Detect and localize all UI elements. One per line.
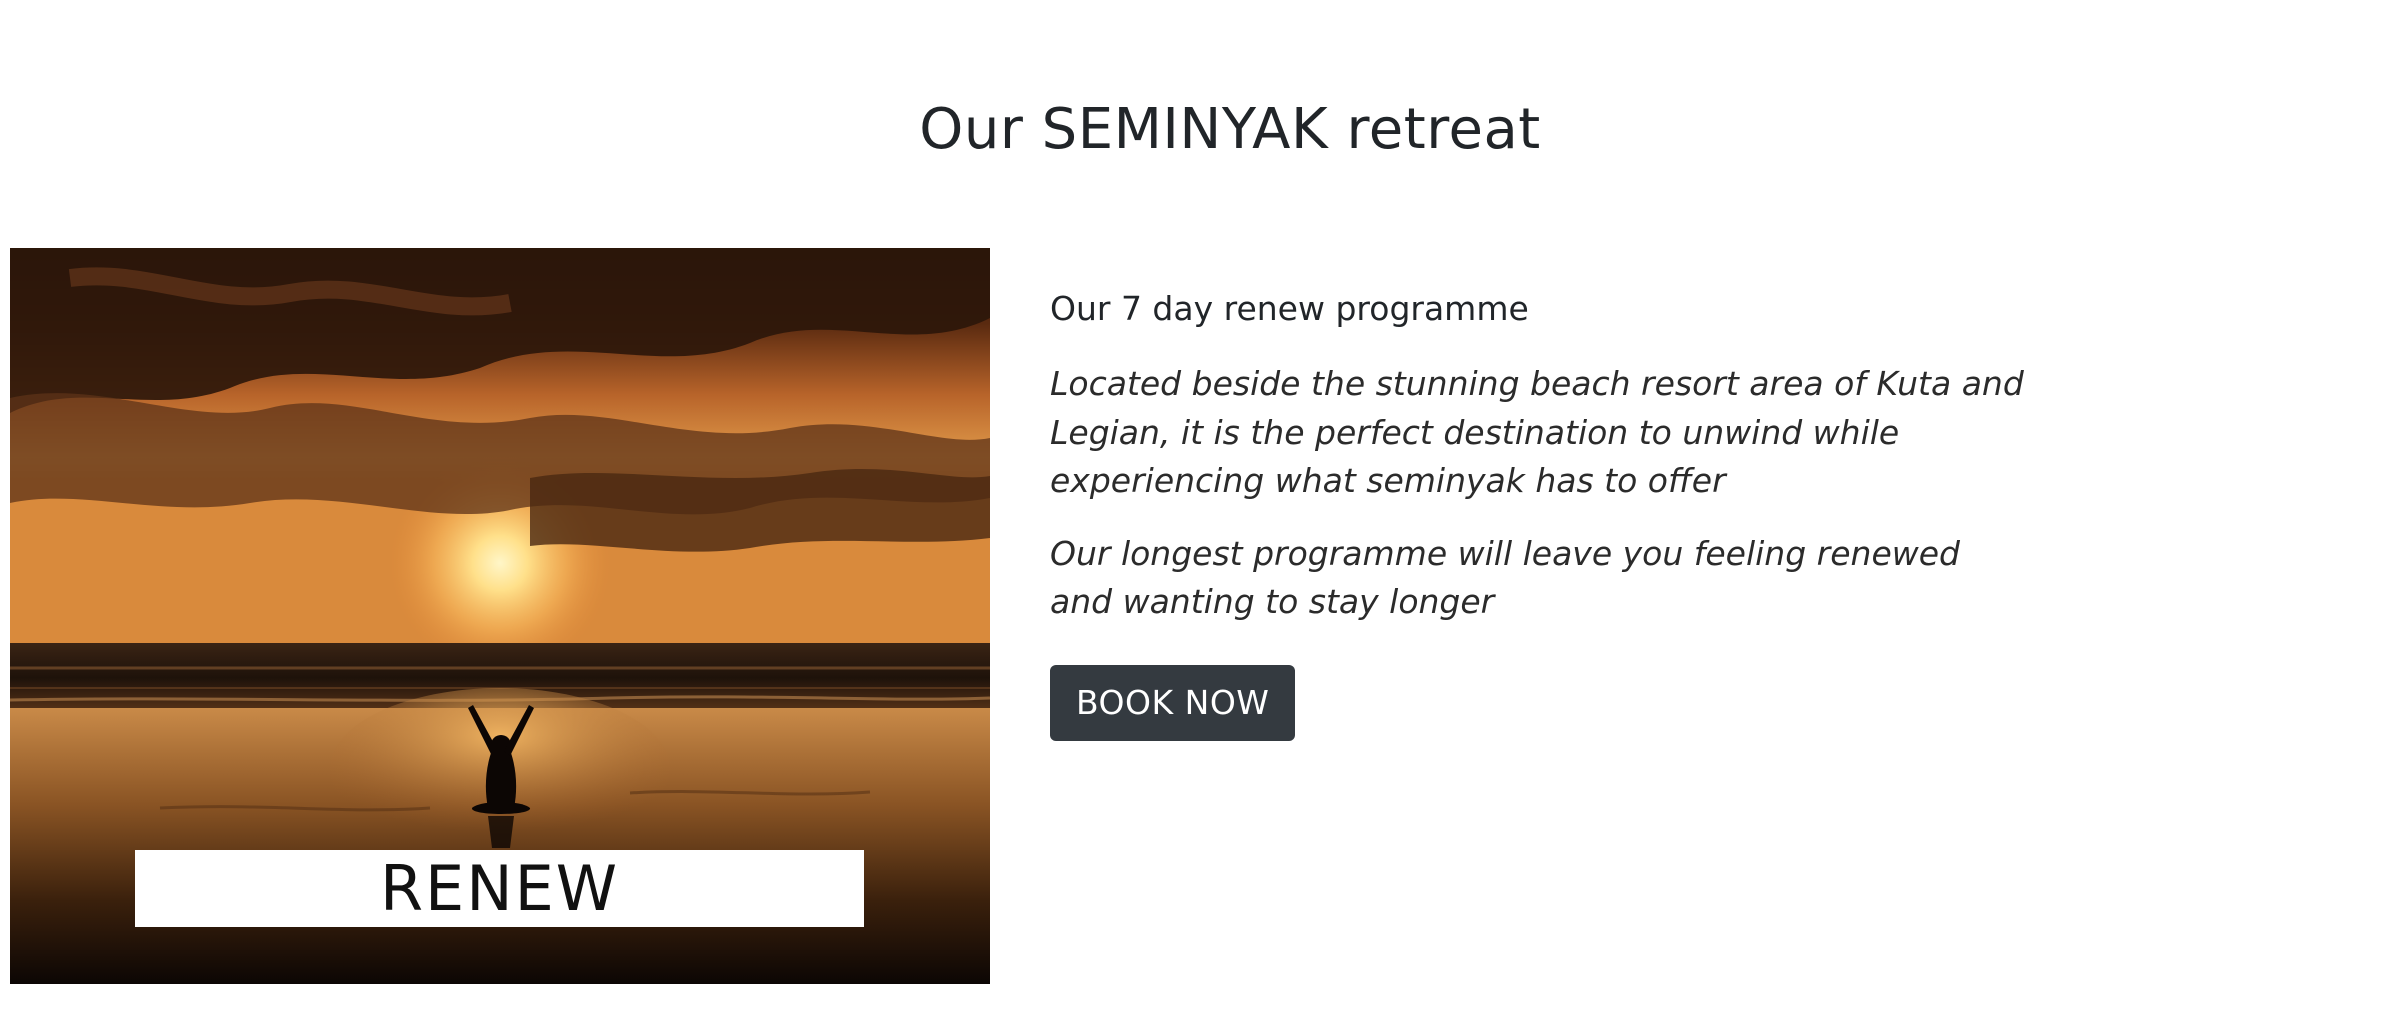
section-title: Our SEMINYAK retreat bbox=[919, 97, 1541, 162]
retreat-image: RENEW bbox=[10, 248, 990, 984]
programme-title: Our 7 day renew programme bbox=[1050, 289, 1529, 328]
retreat-section: Our SEMINYAK retreat RENEW Our 7 day ren… bbox=[0, 0, 2388, 1016]
renew-label: RENEW bbox=[135, 850, 864, 927]
programme-details: Our 7 day renew programme Located beside… bbox=[1050, 286, 2030, 741]
programme-benefit: Our longest programme will leave you fee… bbox=[1050, 533, 1960, 622]
book-now-button[interactable]: BOOK NOW bbox=[1050, 664, 1296, 741]
programme-description: Located beside the stunning beach resort… bbox=[1050, 364, 2024, 501]
